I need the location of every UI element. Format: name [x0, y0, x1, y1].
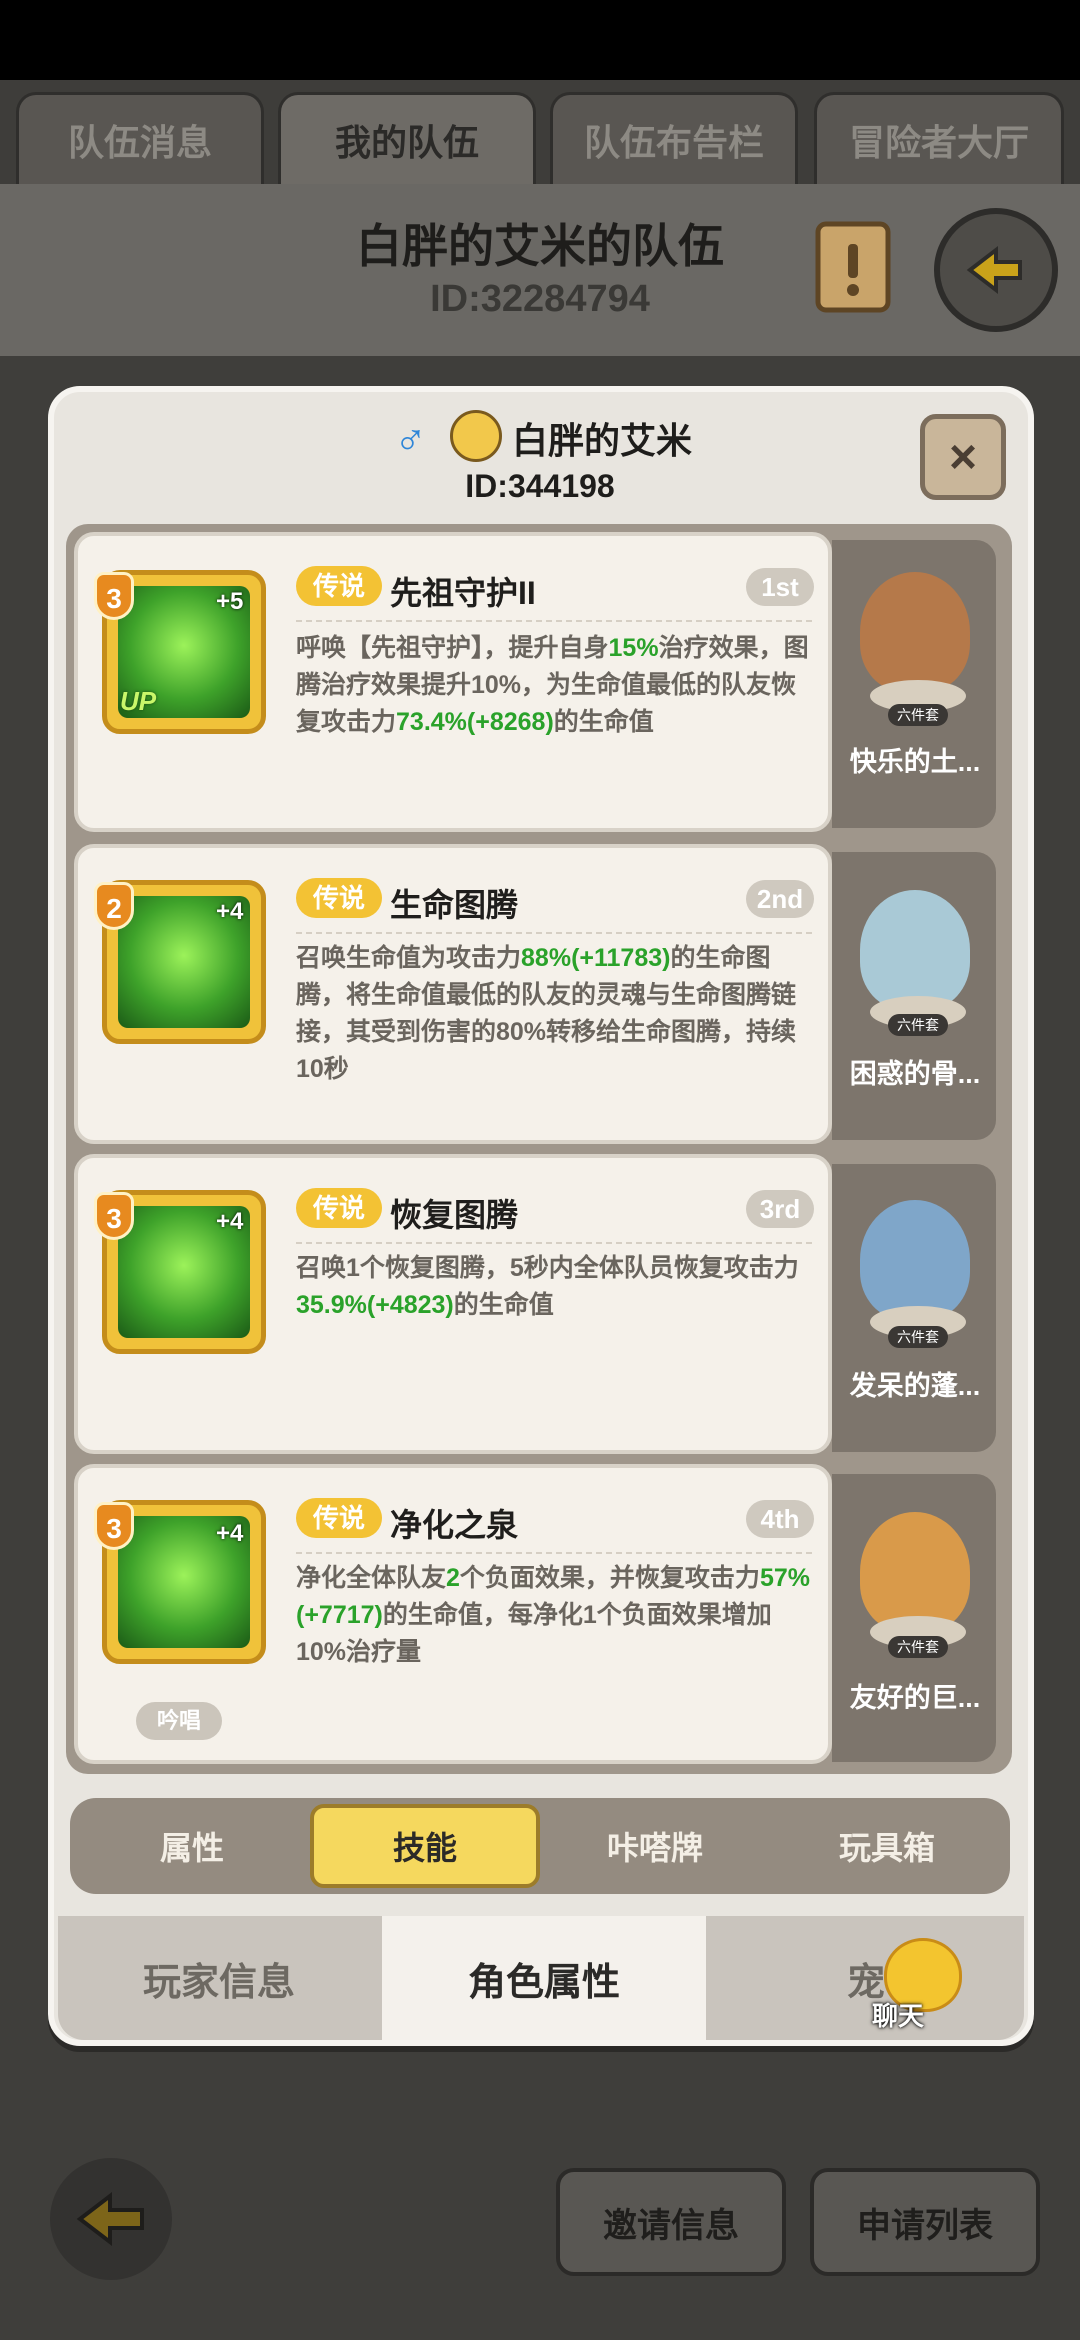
skill-description: 净化全体队友2个负面效果，并恢复攻击力57%(+7717)的生命值，每净化1个负… — [296, 1564, 810, 1666]
skill-name: 生命图腾 — [390, 887, 519, 923]
companion-name: 发呆的蓬... — [849, 1371, 981, 1401]
divider — [296, 620, 812, 622]
companion-figure — [860, 1512, 970, 1632]
player-avatar — [450, 410, 502, 462]
companion-set-tag: 六件套 — [888, 1326, 948, 1348]
rarity-badge: 传说 — [296, 878, 382, 918]
skill-level-badge: 3 — [94, 572, 134, 620]
skill-description: 召唤1个恢复图腾，5秒内全体队员恢复攻击力35.9%(+4823)的生命值 — [296, 1254, 799, 1319]
tab-character-attributes[interactable]: 角色属性 — [382, 1916, 706, 2040]
tab-player-info[interactable]: 玩家信息 — [58, 1916, 380, 2040]
companion-figure — [860, 1200, 970, 1320]
application-list-button[interactable]: 申请列表 — [810, 2168, 1040, 2276]
skill-name: 净化之泉 — [390, 1507, 519, 1543]
skill-description: 呼唤【先祖守护】，提升自身15%治疗效果，图腾治疗效果提升10%，为生命值最低的… — [296, 634, 809, 736]
skill-level-badge: 3 — [94, 1502, 134, 1550]
tab-my-team[interactable]: 我的队伍 — [278, 92, 536, 184]
invite-info-button[interactable]: 邀请信息 — [556, 2168, 786, 2276]
player-name: 白胖的艾米 — [512, 420, 693, 461]
companion-set-tag: 六件套 — [888, 1636, 948, 1658]
skill-rank-badge: 1st — [746, 568, 814, 606]
companion-figure — [860, 572, 970, 692]
tab-skills[interactable]: 技能 — [310, 1804, 540, 1888]
divider — [296, 932, 812, 934]
companion-name: 困惑的骨... — [849, 1059, 981, 1089]
skill-plus-level: +4 — [216, 1208, 244, 1235]
skill-up-badge: UP — [120, 686, 157, 716]
chat-label[interactable]: 聊天 — [858, 1996, 938, 2033]
skill-name: 先祖守护II — [390, 575, 536, 611]
bottom-back-button[interactable] — [50, 2158, 172, 2280]
skill-level-badge: 2 — [94, 882, 134, 930]
back-arrow-icon — [76, 2191, 144, 2247]
rarity-badge: 传说 — [296, 1498, 382, 1538]
companion-set-tag: 六件套 — [888, 1014, 948, 1036]
divider — [296, 1552, 812, 1554]
tab-adventurer-hall[interactable]: 冒险者大厅 — [814, 92, 1064, 184]
companion-set-tag: 六件套 — [888, 704, 948, 726]
companion-figure — [860, 890, 970, 1010]
rarity-badge: 传说 — [296, 1188, 382, 1228]
tab-team-messages[interactable]: 队伍消息 — [16, 92, 264, 184]
male-gender-icon: ♂ — [394, 414, 427, 463]
skill-name: 恢复图腾 — [390, 1197, 519, 1233]
tab-team-bulletin[interactable]: 队伍布告栏 — [550, 92, 798, 184]
tab-toybox[interactable]: 玩具箱 — [780, 1804, 994, 1888]
tab-kada-cards[interactable]: 咔嗒牌 — [552, 1804, 758, 1888]
skill-plus-level: +4 — [216, 1520, 244, 1547]
companion-name: 快乐的土... — [849, 747, 981, 777]
return-button[interactable] — [934, 208, 1058, 332]
notice-scroll-icon[interactable] — [812, 218, 894, 316]
skill-level-badge: 3 — [94, 1192, 134, 1240]
player-id: ID:344198 — [465, 468, 615, 504]
rarity-badge: 传说 — [296, 566, 382, 606]
team-name: 白胖的艾米的队伍 — [356, 220, 724, 272]
skill-rank-badge: 4th — [746, 1500, 814, 1538]
skill-plus-level: +5 — [216, 588, 244, 615]
divider — [296, 1242, 812, 1244]
skill-rank-badge: 2nd — [746, 880, 814, 918]
return-arrow-icon — [966, 245, 1022, 295]
team-id: ID:32284794 — [430, 278, 650, 320]
tab-attributes[interactable]: 属性 — [86, 1804, 298, 1888]
close-button[interactable]: × — [920, 414, 1006, 500]
skill-plus-level: +4 — [216, 898, 244, 925]
skill-rank-badge: 3rd — [746, 1190, 814, 1228]
skill-description: 召唤生命值为攻击力88%(+11783)的生命图腾，将生命值最低的队友的灵魂与生… — [296, 944, 797, 1083]
chant-badge: 吟唱 — [136, 1702, 222, 1740]
status-bar — [0, 0, 1080, 80]
companion-name: 友好的巨... — [849, 1683, 981, 1713]
